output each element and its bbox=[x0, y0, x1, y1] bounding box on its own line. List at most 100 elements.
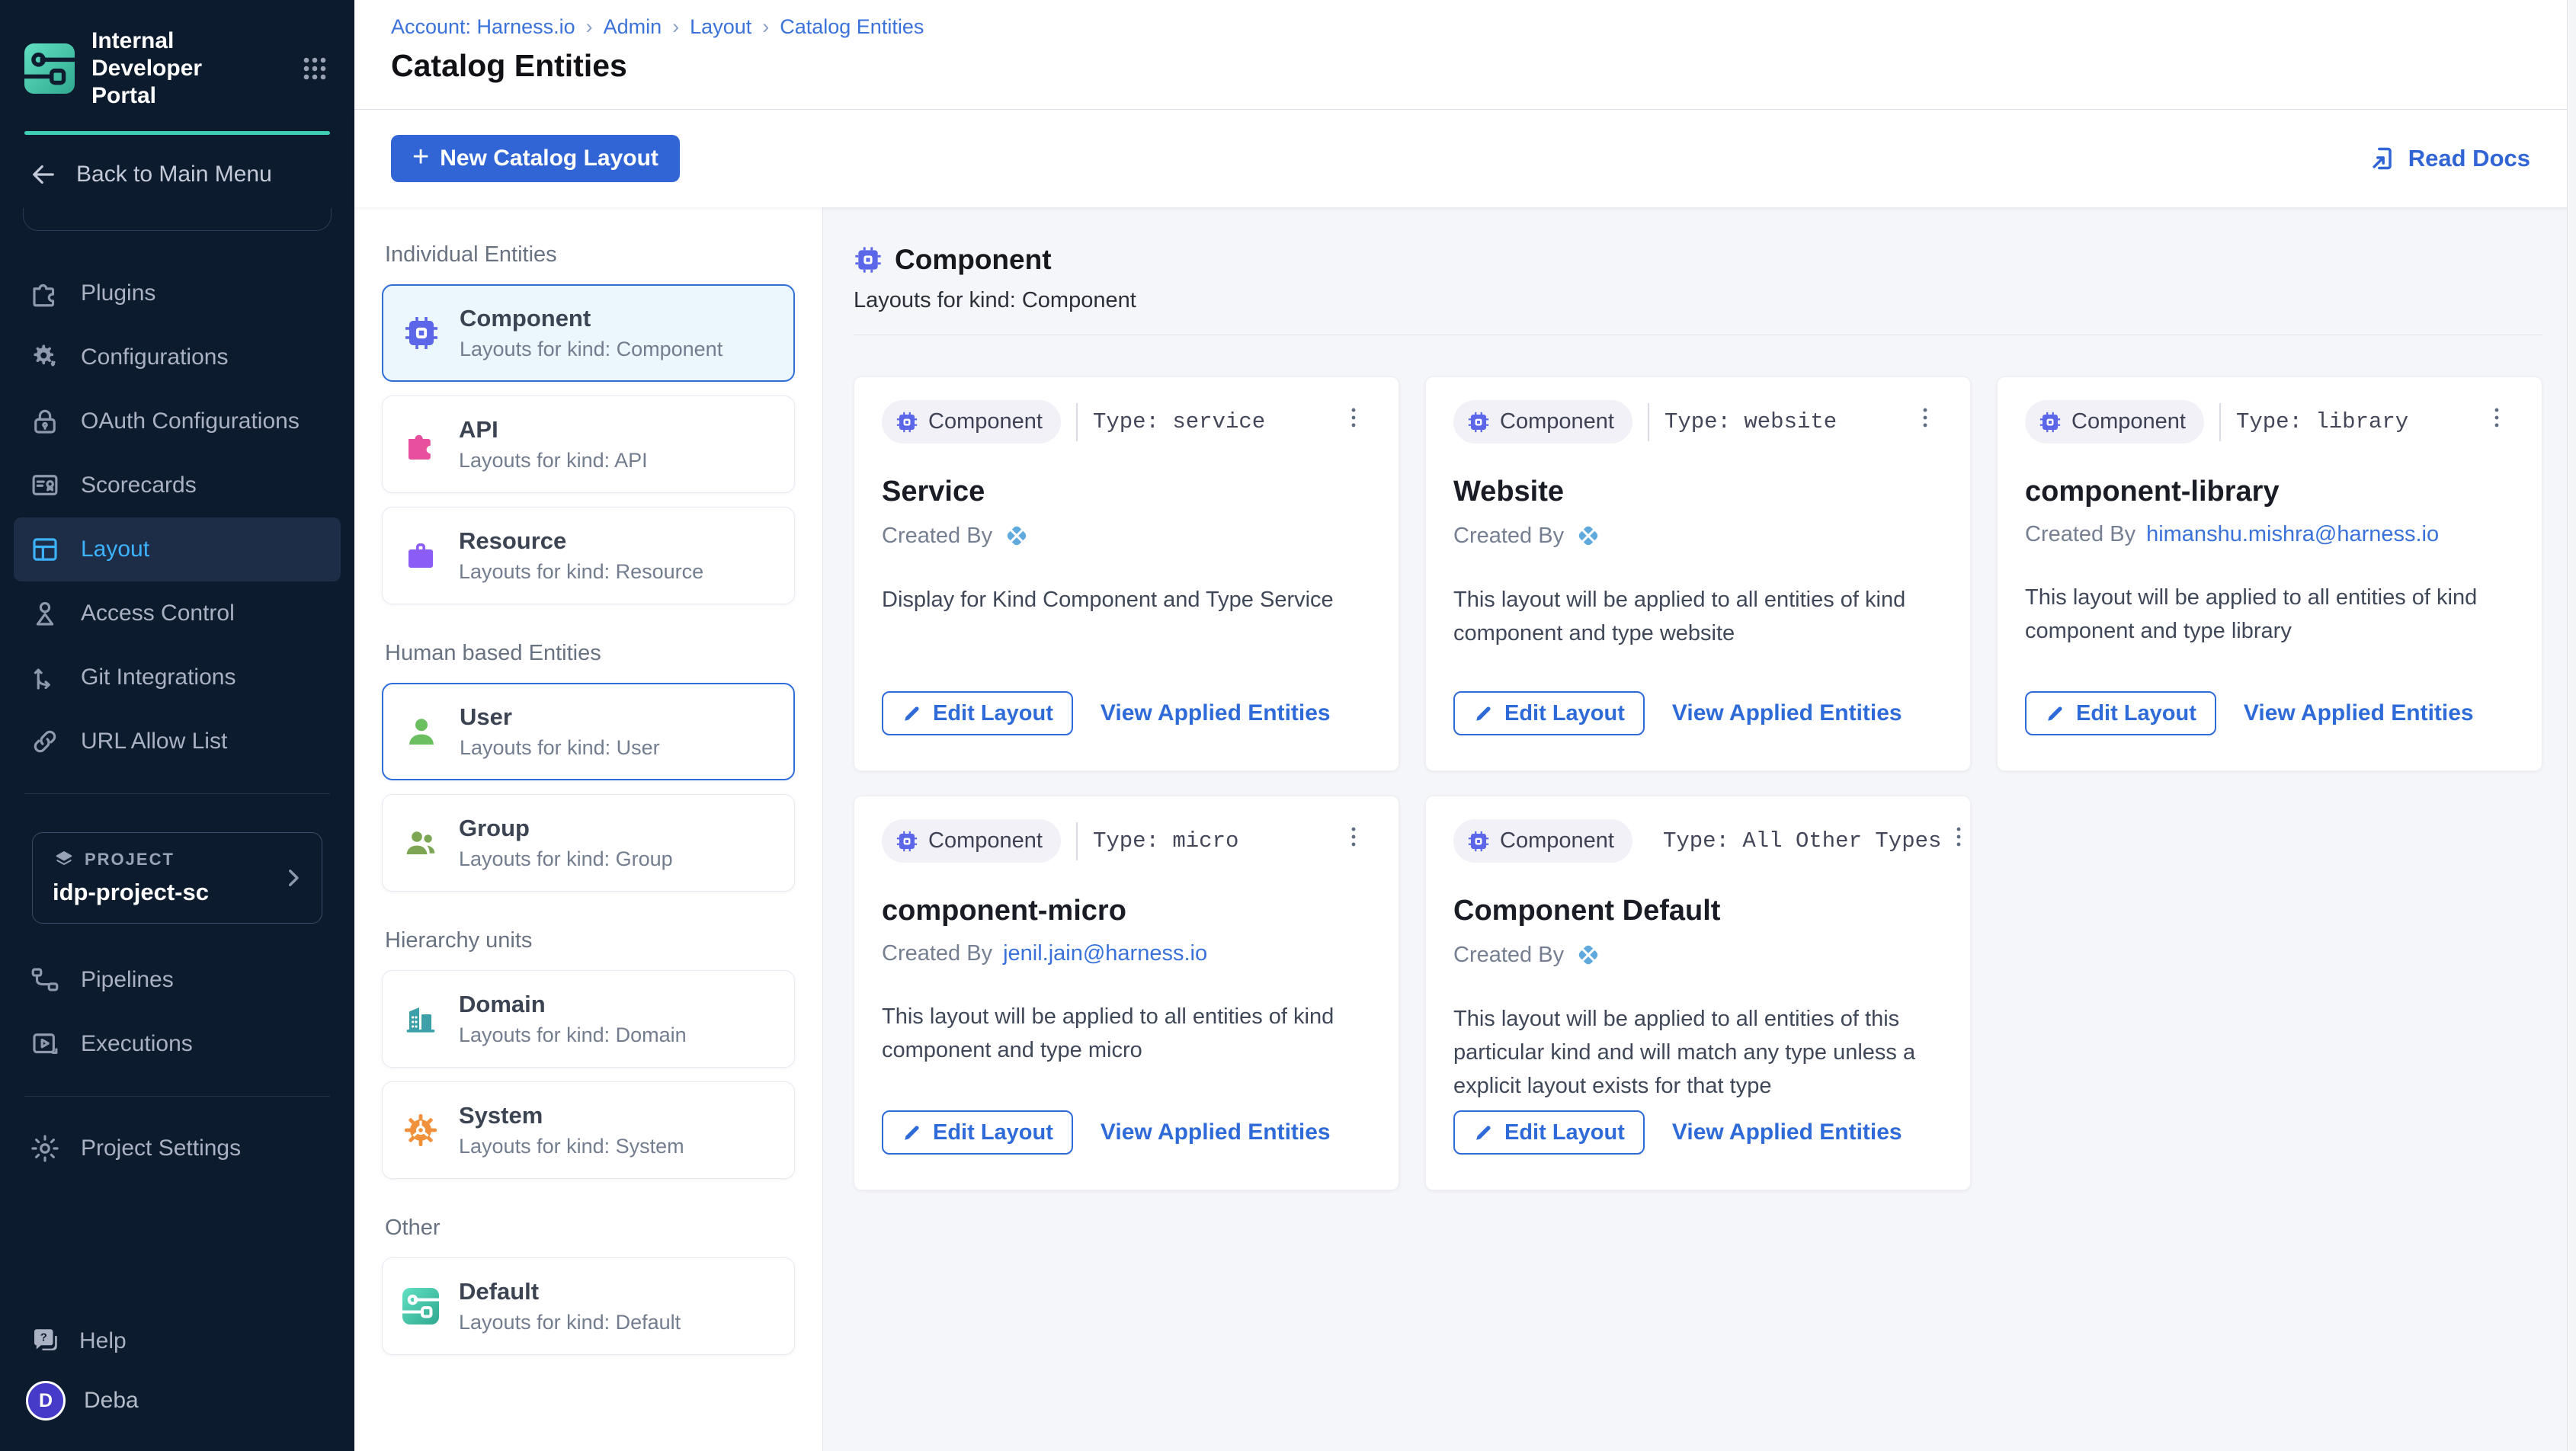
badge-label: Component bbox=[2071, 409, 2186, 434]
avatar-initial: D bbox=[39, 1390, 53, 1412]
edit-layout-button[interactable]: Edit Layout bbox=[882, 1110, 1073, 1155]
breadcrumb-admin[interactable]: Admin bbox=[604, 15, 662, 39]
kind-badge: Component bbox=[882, 400, 1061, 444]
sidebar-item-oauth-configurations[interactable]: OAuth Configurations bbox=[14, 389, 341, 453]
sidebar-nav: Plugins Configurations OAuth Configurati… bbox=[0, 261, 354, 774]
card-menu-button[interactable] bbox=[1336, 400, 1371, 437]
app-grid-icon[interactable] bbox=[298, 52, 332, 85]
view-applied-entities-link[interactable]: View Applied Entities bbox=[1101, 1119, 1331, 1145]
edit-layout-label: Edit Layout bbox=[2076, 701, 2196, 726]
breadcrumb-layout[interactable]: Layout bbox=[690, 15, 751, 39]
project-label: PROJECT bbox=[85, 850, 175, 870]
sidebar-item-executions[interactable]: Executions bbox=[14, 1012, 341, 1076]
card-menu-button[interactable] bbox=[1941, 819, 1976, 857]
help-button[interactable]: ? Help bbox=[14, 1309, 341, 1373]
sidebar-item-configurations[interactable]: Configurations bbox=[14, 325, 341, 389]
sidebar-item-scorecards[interactable]: Scorecards bbox=[14, 453, 341, 517]
edit-layout-button[interactable]: Edit Layout bbox=[1453, 1110, 1645, 1155]
read-docs-link[interactable]: Read Docs bbox=[2367, 143, 2530, 174]
creator-avatar-icon bbox=[1575, 941, 1602, 969]
view-applied-entities-link[interactable]: View Applied Entities bbox=[1101, 700, 1331, 726]
page-title: Catalog Entities bbox=[391, 48, 2539, 84]
user-menu[interactable]: D Deba bbox=[0, 1373, 354, 1451]
avatar: D bbox=[26, 1381, 66, 1421]
section-title: Human based Entities bbox=[385, 641, 795, 666]
divider bbox=[1076, 822, 1078, 860]
person-outline-icon bbox=[29, 597, 61, 629]
card-title: component-library bbox=[2025, 476, 2514, 508]
read-docs-label: Read Docs bbox=[2408, 145, 2530, 172]
sidebar-item-url-allow-list[interactable]: URL Allow List bbox=[14, 709, 341, 774]
layout-card-component-micro: Component Type: micro component-micro Cr… bbox=[854, 796, 1399, 1190]
creator-email-link[interactable]: jenil.jain@harness.io bbox=[1003, 941, 1207, 966]
card-description: This layout will be applied to all entit… bbox=[882, 1000, 1370, 1067]
scorecard-icon bbox=[29, 469, 61, 501]
sidebar-item-layout[interactable]: Layout bbox=[14, 517, 341, 581]
breadcrumb-account[interactable]: Account: Harness.io bbox=[391, 15, 575, 39]
creator-email-link[interactable]: himanshu.mishra@harness.io bbox=[2146, 522, 2439, 547]
section-title: Hierarchy units bbox=[385, 928, 795, 953]
kebab-icon bbox=[1341, 405, 1366, 431]
sidebar-item-label: Layout bbox=[81, 537, 149, 562]
sidebar-divider bbox=[24, 793, 330, 794]
type-text: Type: All Other Types bbox=[1663, 828, 1941, 854]
play-box-icon bbox=[29, 1028, 61, 1060]
card-menu-button[interactable] bbox=[1908, 400, 1943, 437]
card-menu-button[interactable] bbox=[1336, 819, 1371, 857]
breadcrumb-separator: › bbox=[762, 15, 769, 39]
sidebar-item-plugins[interactable]: Plugins bbox=[14, 261, 341, 325]
entity-name: Default bbox=[459, 1278, 681, 1305]
pipelines-icon bbox=[29, 964, 61, 996]
app-window: Internal Developer Portal Back to Main M… bbox=[0, 0, 2576, 1451]
entity-name: API bbox=[459, 416, 648, 444]
chip-icon bbox=[2039, 411, 2062, 434]
view-applied-entities-link[interactable]: View Applied Entities bbox=[2244, 700, 2474, 726]
harness-logo-icon bbox=[24, 43, 75, 94]
sidebar-item-pipelines[interactable]: Pipelines bbox=[14, 948, 341, 1012]
pencil-icon bbox=[1473, 1122, 1495, 1143]
edit-layout-button[interactable]: Edit Layout bbox=[2025, 691, 2216, 735]
sidebar-nav-settings: Project Settings bbox=[0, 1116, 354, 1180]
entity-item-resource[interactable]: ResourceLayouts for kind: Resource bbox=[382, 507, 795, 604]
sidebar-item-project-settings[interactable]: Project Settings bbox=[14, 1116, 341, 1180]
back-to-main-menu[interactable]: Back to Main Menu bbox=[0, 141, 354, 208]
help-chat-icon: ? bbox=[29, 1325, 61, 1357]
sidebar-item-git-integrations[interactable]: Git Integrations bbox=[14, 645, 341, 709]
project-selector[interactable]: PROJECT idp-project-sc bbox=[32, 832, 322, 924]
card-description: This layout will be applied to all entit… bbox=[1453, 583, 1941, 650]
content: Individual Entities ComponentLayouts for… bbox=[354, 207, 2576, 1451]
entity-item-component[interactable]: ComponentLayouts for kind: Component bbox=[382, 284, 795, 382]
people-icon bbox=[402, 825, 439, 861]
sidebar-item-access-control[interactable]: Access Control bbox=[14, 581, 341, 645]
card-description: This layout will be applied to all entit… bbox=[1453, 1002, 1941, 1103]
layout-cards-grid: Component Type: service Service Created … bbox=[854, 376, 2542, 1190]
breadcrumb-catalog-entities[interactable]: Catalog Entities bbox=[780, 15, 924, 39]
entity-desc: Layouts for kind: Component bbox=[460, 338, 722, 361]
edit-layout-button[interactable]: Edit Layout bbox=[1453, 691, 1645, 735]
entity-item-domain[interactable]: DomainLayouts for kind: Domain bbox=[382, 970, 795, 1068]
entity-item-group[interactable]: GroupLayouts for kind: Group bbox=[382, 794, 795, 892]
type-text: Type: micro bbox=[1093, 828, 1238, 854]
card-menu-button[interactable] bbox=[2479, 400, 2514, 437]
entity-item-user[interactable]: UserLayouts for kind: User bbox=[382, 683, 795, 780]
entity-desc: Layouts for kind: System bbox=[459, 1135, 684, 1158]
created-by-label: Created By bbox=[1453, 524, 1564, 549]
sidebar-divider bbox=[24, 1096, 330, 1097]
card-description: Display for Kind Component and Type Serv… bbox=[882, 583, 1370, 617]
entity-item-default[interactable]: DefaultLayouts for kind: Default bbox=[382, 1257, 795, 1355]
chip-icon bbox=[1467, 830, 1490, 853]
brand: Internal Developer Portal bbox=[0, 0, 354, 131]
divider bbox=[1648, 403, 1649, 441]
entity-item-system[interactable]: SystemLayouts for kind: System bbox=[382, 1081, 795, 1179]
new-catalog-layout-button[interactable]: + New Catalog Layout bbox=[391, 135, 680, 182]
kebab-icon bbox=[1341, 824, 1366, 850]
chip-icon bbox=[1467, 411, 1490, 434]
back-label: Back to Main Menu bbox=[76, 162, 272, 187]
kind-badge: Component bbox=[882, 819, 1061, 863]
view-applied-entities-link[interactable]: View Applied Entities bbox=[1672, 1119, 1902, 1145]
view-applied-entities-link[interactable]: View Applied Entities bbox=[1672, 700, 1902, 726]
entity-item-api[interactable]: APILayouts for kind: API bbox=[382, 396, 795, 493]
page-scrollbar[interactable] bbox=[2567, 0, 2576, 1451]
edit-layout-button[interactable]: Edit Layout bbox=[882, 691, 1073, 735]
card-title: Website bbox=[1453, 476, 1943, 508]
